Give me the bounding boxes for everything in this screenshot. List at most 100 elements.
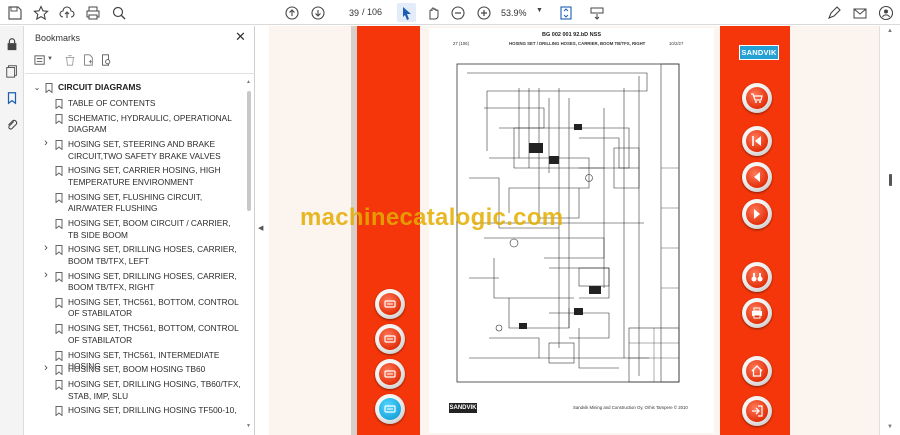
wrench-button[interactable] [375,324,405,354]
previous-page-icon[interactable] [282,3,301,22]
bookmark-label: CIRCUIT DIAGRAMS [58,82,142,92]
fit-page-icon[interactable] [556,3,575,22]
exit-button[interactable] [742,396,772,426]
zoom-out-icon[interactable] [448,3,467,22]
bookmark-label: TABLE OF CONTENTS [68,98,156,108]
wrench-button-active[interactable] [375,394,405,424]
bookmark-flag-icon [55,297,63,308]
scroll-up-icon[interactable]: ▲ [887,28,893,34]
document-scrollbar[interactable]: ▲ ▼ [879,26,900,435]
home-button[interactable] [742,356,772,386]
bookmark-label: HOSING SET, DRILLING HOSING TF500-10, [68,405,237,416]
cart-icon [751,93,763,103]
attachment-icon[interactable] [4,117,20,133]
bookmark-flag-icon [55,140,63,151]
bookmark-flag-icon [55,166,63,177]
scroll-up-icon[interactable]: ▲ [246,79,251,85]
chevron-down-icon[interactable]: ▼ [536,7,543,14]
wrench-icon [384,300,396,308]
prev-page-icon [754,172,760,182]
search-button[interactable] [742,262,772,292]
divider [25,73,255,74]
print-button[interactable] [742,298,772,328]
bookmark-label: HOSING SET, BOOM CIRCUIT / CARRIER, TB S… [68,218,231,240]
chevron-right-icon[interactable]: › [42,242,50,254]
bookmark-label: SCHEMATIC, HYDRAULIC, OPERATIONAL DIAGRA… [68,112,232,135]
chevron-right-icon[interactable]: › [42,137,50,149]
left-tool-rail [0,26,24,435]
sign-pen-icon[interactable] [824,3,843,22]
scroll-thumb[interactable] [247,91,251,211]
bookmark-label: HOSING SET, THC561, BOTTOM, CONTROL OF S… [68,323,239,345]
chevron-right-icon[interactable]: › [42,269,50,281]
cloud-upload-icon[interactable] [57,3,76,22]
top-toolbar: / 106 ▼ [0,0,900,25]
sheet-footer-logo: SANDVIK [449,403,477,413]
bookmark-flag-icon [55,219,63,229]
bookmark-label: HOSING SET, STEERING AND BRAKE CIRCUIT,T… [68,139,221,161]
scrolling-mode-icon[interactable] [587,3,606,22]
zoom-in-icon[interactable] [474,3,493,22]
bookmark-label: HOSING SET, THC561, BOTTOM, CONTROL OF S… [68,296,239,319]
new-bookmark-icon[interactable] [81,53,95,67]
wrench-button[interactable] [375,359,405,389]
hand-tool-icon[interactable] [423,3,442,22]
page-number-input[interactable] [335,5,359,20]
wrench-button[interactable] [375,289,405,319]
save-icon[interactable] [5,3,24,22]
printer-icon [752,307,762,319]
sheet-footer-text: Sandvik Mining and Construction Oy, Orhi… [573,405,688,410]
next-page-button[interactable] [742,199,772,229]
lock-icon[interactable] [4,36,20,52]
bookmark-flag-icon [55,113,63,124]
bookmark-star-icon[interactable] [31,3,50,22]
zoom-search-icon[interactable] [109,3,128,22]
close-icon[interactable]: ✕ [235,30,246,43]
pages-icon[interactable] [4,63,20,79]
chevron-right-icon[interactable]: › [42,362,50,374]
scroll-thumb[interactable] [889,174,892,186]
bookmark-label: HOSING SET, DRILLING HOSES, CARRIER, BOO… [68,244,237,266]
bookmark-tree: ⌄ CIRCUIT DIAGRAMS TABLE OF CONTENTS SCHE… [25,79,245,435]
cart-button[interactable] [742,83,772,113]
prev-page-button[interactable] [742,162,772,192]
bookmark-label: HOSING SET, FLUSHING CIRCUIT, AIR/WATER … [68,191,203,214]
first-page-button[interactable] [742,126,772,156]
sandvik-logo: SANDVIK [739,45,779,60]
bookmark-flag-icon [55,192,63,203]
wrench-icon [384,370,396,378]
collapse-panel-icon[interactable]: ◀ [258,224,263,232]
bookmark-label: HOSING SET, CARRIER HOSING, HIGH TEMPERA… [68,165,221,187]
pdf-viewer-window: / 106 ▼ [0,0,900,435]
delete-icon[interactable] [63,53,77,67]
chevron-down-icon[interactable]: ⌄ [33,83,41,92]
bookmark-flag-icon [45,83,53,93]
binoculars-icon [751,273,763,282]
first-page-icon [752,136,761,146]
find-bookmark-icon[interactable] [99,53,113,67]
bookmarks-scrollbar[interactable]: ▲ ▼ [246,79,252,431]
bookmark-label: HOSING SET, DRILLING HOSES, CARRIER, BOO… [68,270,237,293]
bookmark-flag-icon [55,271,63,282]
panel-title: Bookmarks [35,33,81,43]
email-icon[interactable] [850,3,869,22]
wrench-icon [384,335,396,343]
chevron-down-icon[interactable]: ▼ [47,56,53,62]
bookmark-flag-icon [55,380,63,391]
next-page-icon[interactable] [308,3,327,22]
page-total: / 106 [362,7,383,17]
scroll-down-icon[interactable]: ▼ [887,424,893,430]
next-page-icon [754,209,760,219]
select-cursor-icon[interactable] [397,3,416,22]
bookmark-flag-icon [55,99,63,109]
print-icon[interactable] [83,3,102,22]
account-icon[interactable] [876,3,895,22]
options-menu-icon[interactable] [33,53,47,67]
home-icon [751,365,763,377]
scroll-down-icon[interactable]: ▼ [246,423,251,429]
zoom-level-input[interactable] [501,5,535,20]
watermark: machinecatalogic.com [300,204,564,231]
bookmark-icon[interactable] [4,90,20,106]
bookmark-label: HOSING SET, BOOM HOSING TB60 [68,364,206,375]
bookmark-flag-icon [55,406,63,417]
